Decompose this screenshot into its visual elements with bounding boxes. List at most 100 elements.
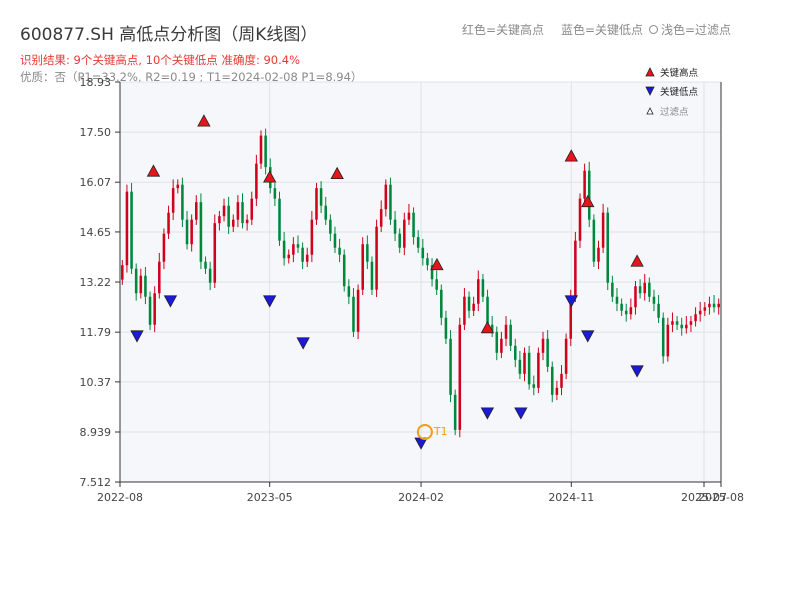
candle-body bbox=[587, 170, 591, 220]
x-tick-label: 2025-08 bbox=[698, 491, 744, 504]
candle-body bbox=[361, 244, 364, 290]
candle-body bbox=[292, 244, 295, 255]
candle-body bbox=[578, 198, 582, 241]
candle-body bbox=[717, 303, 720, 308]
candle-body bbox=[375, 226, 378, 290]
candle-body bbox=[574, 240, 577, 297]
candle-body bbox=[208, 268, 212, 283]
legend-item-filtered: 过滤点 bbox=[660, 106, 689, 118]
candle-body bbox=[477, 279, 480, 304]
candle-body bbox=[342, 254, 346, 287]
candle-body bbox=[523, 352, 526, 374]
candle-body bbox=[278, 198, 281, 241]
candle-body bbox=[620, 303, 623, 311]
y-tick-label: 13.22 bbox=[80, 276, 112, 289]
candle-body bbox=[601, 212, 605, 248]
candle-body bbox=[403, 219, 406, 248]
candle-body bbox=[712, 303, 716, 308]
candle-body bbox=[384, 184, 388, 210]
candle-body bbox=[449, 338, 452, 395]
candle-body bbox=[638, 286, 642, 294]
candle-body bbox=[241, 202, 244, 224]
candle-body bbox=[407, 212, 411, 220]
candle-body bbox=[296, 244, 300, 248]
candle-body bbox=[643, 282, 646, 294]
candle-body bbox=[319, 188, 323, 206]
candle-body bbox=[338, 247, 341, 255]
candle-body bbox=[333, 233, 337, 248]
candle-body bbox=[606, 212, 610, 283]
candle-body bbox=[541, 338, 545, 353]
candle-body bbox=[629, 307, 633, 315]
candle-body bbox=[518, 359, 522, 374]
candle-body bbox=[366, 244, 369, 262]
candle-body bbox=[680, 324, 683, 329]
candle-body bbox=[213, 223, 217, 283]
candle-body bbox=[708, 303, 711, 308]
x-tick-label: 2022-08 bbox=[97, 491, 143, 504]
candle-body bbox=[634, 286, 637, 308]
candle-body bbox=[652, 296, 656, 304]
triangle-up-icon bbox=[645, 67, 655, 77]
candle-body bbox=[703, 307, 707, 311]
candle-body bbox=[218, 216, 221, 224]
candle-body bbox=[661, 317, 665, 357]
candle-body bbox=[310, 219, 314, 255]
candle-body bbox=[273, 188, 277, 199]
candle-body bbox=[509, 324, 512, 346]
candle-body bbox=[255, 163, 258, 199]
candle-body bbox=[597, 247, 600, 262]
candle-body bbox=[301, 247, 304, 262]
candle-body bbox=[412, 212, 415, 238]
y-tick-label: 17.50 bbox=[80, 126, 112, 139]
candle-body bbox=[171, 188, 175, 213]
candle-body bbox=[592, 219, 596, 262]
candle-body bbox=[259, 135, 263, 164]
candle-body bbox=[199, 202, 203, 262]
candle-body bbox=[139, 275, 143, 294]
candle-body bbox=[305, 254, 309, 262]
candle-body bbox=[356, 289, 360, 332]
y-tick-label: 11.79 bbox=[80, 326, 112, 339]
candle-body bbox=[611, 282, 614, 297]
candle-body bbox=[689, 321, 693, 325]
candle-body bbox=[398, 233, 401, 248]
candle-body bbox=[315, 188, 318, 220]
candle-body bbox=[162, 233, 166, 262]
candle-body bbox=[546, 338, 549, 367]
candle-body bbox=[537, 352, 540, 388]
candle-body bbox=[167, 212, 170, 234]
candle-body bbox=[624, 310, 628, 315]
candle-body bbox=[458, 324, 462, 430]
candle-body bbox=[329, 219, 332, 234]
legend-item-high: 关键高点 bbox=[660, 67, 699, 79]
candle-body bbox=[158, 261, 161, 294]
y-tick-label: 7.512 bbox=[80, 476, 112, 489]
y-tick-label: 16.07 bbox=[80, 176, 112, 189]
candle-body bbox=[453, 394, 457, 430]
candle-body bbox=[463, 296, 466, 325]
candle-body bbox=[130, 191, 133, 269]
candle-body bbox=[685, 324, 688, 329]
candle-body bbox=[185, 219, 189, 245]
x-tick-label: 2024-11 bbox=[548, 491, 594, 504]
candle-body bbox=[550, 366, 554, 395]
candle-body bbox=[393, 219, 397, 234]
candle-body bbox=[671, 321, 674, 325]
candle-body bbox=[282, 240, 286, 259]
candle-body bbox=[250, 198, 254, 220]
y-tick-label: 8.939 bbox=[80, 426, 112, 439]
candle-body bbox=[153, 293, 156, 325]
candle-body bbox=[666, 324, 670, 357]
candle-body bbox=[444, 317, 448, 339]
candle-body bbox=[527, 352, 531, 385]
x-tick-label: 2023-05 bbox=[247, 491, 293, 504]
candle-body bbox=[416, 237, 420, 248]
candlestick-chart: 18.93 17.50 16.07 14.65 13.22 11.79 10.37 8.939… bbox=[80, 67, 744, 504]
candle-body bbox=[648, 282, 651, 297]
candle-body bbox=[440, 289, 443, 318]
candle-body bbox=[245, 219, 249, 224]
candle-body bbox=[657, 303, 660, 318]
candle-body bbox=[675, 321, 679, 325]
candle-body bbox=[287, 254, 291, 259]
